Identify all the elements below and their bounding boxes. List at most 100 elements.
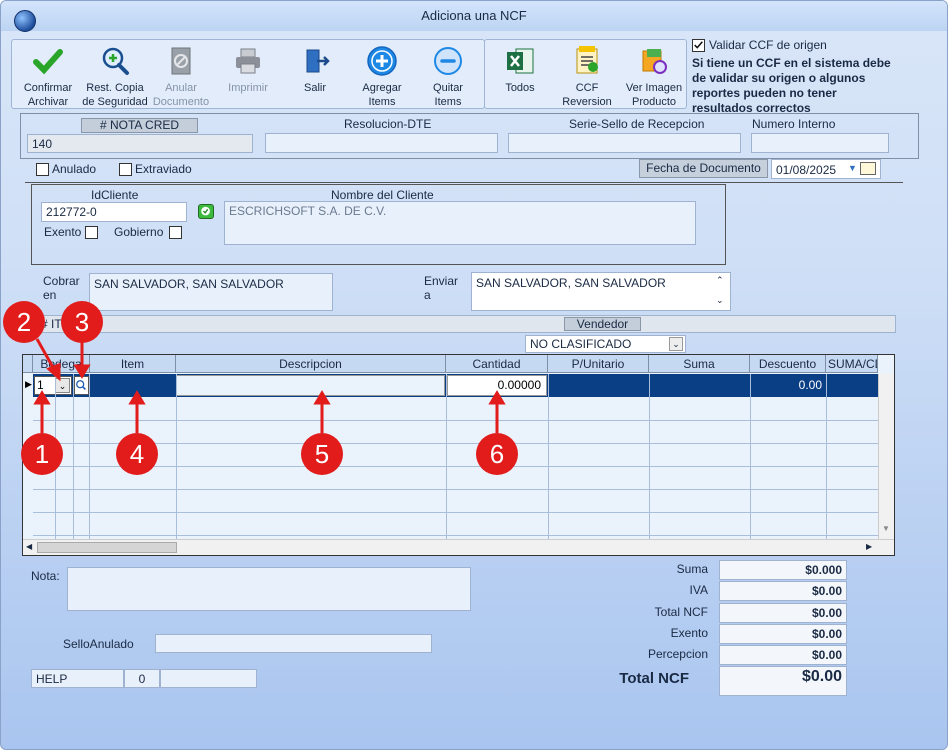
confirm-button[interactable]: Confirmar Archivar bbox=[17, 45, 79, 109]
col-item[interactable]: Item bbox=[90, 355, 176, 373]
grid-line bbox=[826, 374, 827, 539]
bodega-cell[interactable]: 1 ⌄ bbox=[34, 376, 72, 395]
exento-total-label: Exento bbox=[670, 626, 708, 640]
magnifier-plus-icon bbox=[102, 47, 129, 75]
grid-line bbox=[33, 512, 878, 513]
title-bar: Adiciona una NCF bbox=[1, 1, 947, 32]
serie-label: Serie-Sello de Recepcion bbox=[569, 117, 705, 131]
add-items-label: Agregar Items bbox=[362, 82, 402, 108]
extraviado-label: Extraviado bbox=[135, 162, 192, 176]
serie-field[interactable] bbox=[508, 133, 741, 153]
grid-line bbox=[33, 535, 878, 536]
print-button[interactable]: Imprimir bbox=[217, 45, 279, 95]
grid-line bbox=[176, 374, 177, 539]
nota-textarea[interactable] bbox=[67, 567, 471, 611]
vertical-scrollbar[interactable]: ▼ bbox=[878, 374, 894, 539]
vendedor-label: Vendedor bbox=[564, 317, 641, 331]
col-suma-cd[interactable]: SUMA/CD bbox=[826, 355, 878, 373]
enviar-field[interactable]: SAN SALVADOR, SAN SALVADOR ⌃ ⌄ bbox=[471, 272, 731, 311]
grand-total-value: $0.00 bbox=[719, 666, 847, 696]
descripcion-cell[interactable] bbox=[176, 375, 445, 396]
numero-interno-label: Numero Interno bbox=[752, 117, 836, 131]
exento-label: Exento bbox=[44, 225, 82, 239]
nota-number-field[interactable]: 140 bbox=[27, 134, 253, 153]
grand-total-label: Total NCF bbox=[619, 670, 689, 687]
sello-anulado-field[interactable] bbox=[155, 634, 432, 653]
validate-ccf-label: Validar CCF de origen bbox=[709, 38, 827, 52]
enviar-label: Enviar a bbox=[424, 274, 459, 302]
grid-line bbox=[446, 374, 447, 539]
scroll-down-arrow-icon[interactable]: ▼ bbox=[882, 524, 890, 533]
remove-items-label: Quitar Items bbox=[433, 82, 463, 108]
suma-label: Suma bbox=[676, 562, 708, 576]
col-suma[interactable]: Suma bbox=[649, 355, 750, 373]
extraviado-checkbox[interactable] bbox=[119, 163, 132, 176]
calendar-icon bbox=[860, 162, 876, 175]
nota-label: # NOTA CRED bbox=[81, 118, 198, 133]
restore-backup-button[interactable]: Rest. Copia de Seguridad bbox=[80, 45, 150, 109]
annotation-4: 4 bbox=[116, 433, 158, 475]
col-bodega[interactable]: Bodega bbox=[33, 355, 90, 373]
sello-anulado-label: SelloAnulado bbox=[63, 637, 134, 651]
printer-icon bbox=[236, 48, 260, 74]
status-extra bbox=[160, 669, 257, 688]
scroll-down-icon[interactable]: ⌄ bbox=[716, 295, 724, 306]
cancel-document-button[interactable]: Anular Documento bbox=[150, 45, 212, 109]
cobrar-field[interactable]: SAN SALVADOR, SAN SALVADOR bbox=[89, 273, 333, 311]
validate-ccf-checkbox[interactable] bbox=[692, 39, 705, 52]
gobierno-checkbox[interactable] bbox=[169, 226, 182, 239]
remove-items-button[interactable]: Quitar Items bbox=[417, 45, 479, 109]
scroll-right-arrow-icon[interactable]: ▶ bbox=[866, 542, 872, 551]
nombre-cliente-field[interactable]: ESCRICHSOFT S.A. DE C.V. bbox=[224, 201, 696, 245]
row-pointer-icon: ▶ bbox=[25, 379, 32, 389]
grid-line bbox=[33, 466, 878, 467]
suma-total: $0.000 bbox=[719, 560, 847, 580]
col-descripcion[interactable]: Descripcion bbox=[176, 355, 446, 373]
annotation-1: 1 bbox=[21, 433, 63, 475]
annotation-5: 5 bbox=[301, 433, 343, 475]
iva-label: IVA bbox=[689, 583, 708, 597]
horizontal-scrollbar[interactable]: ◀ ▶ bbox=[23, 539, 894, 555]
ccf-reversion-label: CCF Reversion bbox=[562, 82, 612, 108]
col-punitario[interactable]: P/Unitario bbox=[548, 355, 649, 373]
all-button[interactable]: Todos bbox=[490, 45, 550, 95]
fecha-date-picker[interactable]: 01/08/2025 ▼ bbox=[771, 159, 881, 179]
document-cancel-icon bbox=[171, 47, 191, 75]
dropdown-arrow-icon: ▼ bbox=[848, 163, 857, 173]
resolucion-label: Resolucion-DTE bbox=[344, 117, 432, 131]
iva-total: $0.00 bbox=[719, 581, 847, 601]
anulado-checkbox[interactable] bbox=[36, 163, 49, 176]
exento-total: $0.00 bbox=[719, 624, 847, 644]
item-search-button[interactable] bbox=[74, 376, 89, 395]
col-descuento[interactable]: Descuento bbox=[750, 355, 826, 373]
restore-label: Rest. Copia de Seguridad bbox=[82, 82, 148, 108]
scroll-up-icon[interactable]: ⌃ bbox=[716, 275, 724, 286]
window-title: Adiciona una NCF bbox=[421, 8, 527, 23]
bodega-dropdown-icon[interactable]: ⌄ bbox=[55, 378, 70, 393]
idcliente-label: IdCliente bbox=[91, 188, 139, 202]
descuento-cell[interactable]: 0.00 bbox=[750, 375, 824, 396]
view-image-button[interactable]: Ver Imagen Producto bbox=[622, 45, 686, 109]
col-cantidad[interactable]: Cantidad bbox=[446, 355, 548, 373]
idcliente-field[interactable]: 212772-0 bbox=[41, 202, 187, 222]
scroll-left-arrow-icon[interactable]: ◀ bbox=[26, 542, 32, 551]
main-window: Adiciona una NCF Confirmar Archivar Rest… bbox=[0, 0, 948, 750]
grid-line bbox=[33, 420, 878, 421]
ccf-document-icon bbox=[576, 46, 598, 74]
total-ncf-value: $0.00 bbox=[719, 603, 847, 623]
exit-button[interactable]: Salir bbox=[284, 45, 346, 95]
numero-interno-field[interactable] bbox=[751, 133, 889, 153]
annotation-2: 2 bbox=[3, 301, 45, 343]
minus-circle-icon bbox=[434, 47, 462, 75]
annotation-3: 3 bbox=[61, 301, 103, 343]
ccf-reversion-button[interactable]: CCF Reversion bbox=[555, 45, 619, 109]
add-items-button[interactable]: Agregar Items bbox=[351, 45, 413, 109]
status-count: 0 bbox=[124, 669, 160, 688]
exento-checkbox[interactable] bbox=[85, 226, 98, 239]
cantidad-cell[interactable]: 0.00000 bbox=[447, 375, 547, 396]
vendedor-select[interactable]: NO CLASIFICADO ⌄ bbox=[525, 335, 686, 353]
validate-client-button[interactable] bbox=[198, 204, 214, 219]
scroll-thumb[interactable] bbox=[37, 542, 177, 553]
check-circle-icon bbox=[201, 206, 210, 216]
resolucion-field[interactable] bbox=[265, 133, 498, 153]
